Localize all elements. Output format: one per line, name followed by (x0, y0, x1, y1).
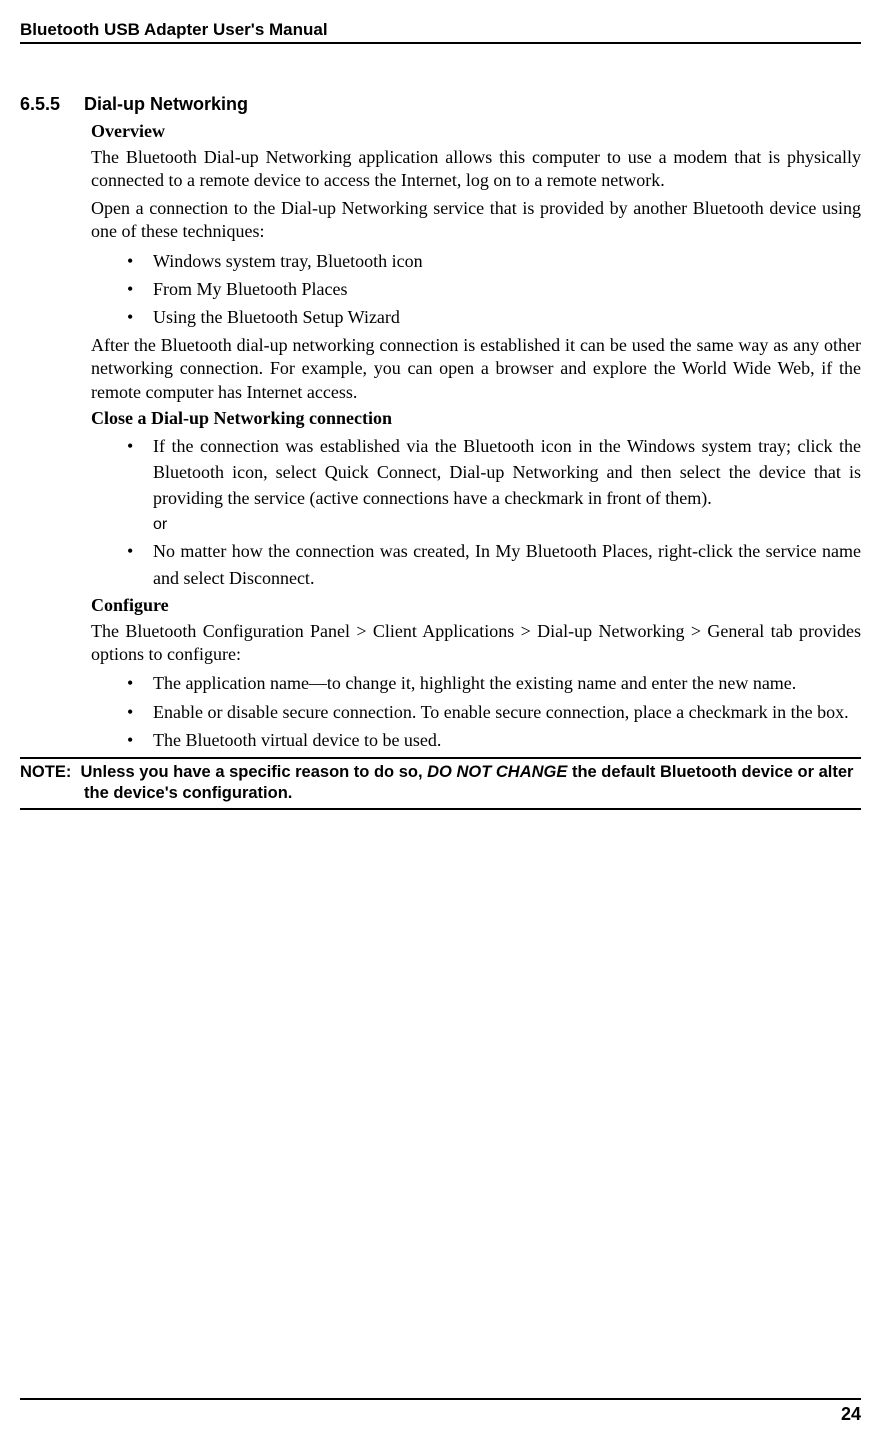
note-emphasis: DO NOT CHANGE (427, 763, 567, 781)
content-body: Overview The Bluetooth Dial-up Networkin… (91, 121, 861, 753)
configure-heading: Configure (91, 595, 861, 616)
list-item: The Bluetooth virtual device to be used. (127, 727, 861, 753)
list-item: If the connection was established via th… (127, 433, 861, 536)
section-heading: 6.5.5 Dial-up Networking (20, 94, 861, 115)
list-item: From My Bluetooth Places (127, 276, 861, 302)
section-number: 6.5.5 (20, 94, 60, 115)
list-item: No matter how the connection was created… (127, 538, 861, 590)
overview-p2: Open a connection to the Dial-up Network… (91, 197, 861, 244)
overview-p1: The Bluetooth Dial-up Networking applica… (91, 146, 861, 193)
overview-p3: After the Bluetooth dial-up networking c… (91, 334, 861, 404)
note-box: NOTE: Unless you have a specific reason … (20, 757, 861, 810)
overview-heading: Overview (91, 121, 861, 142)
document-header: Bluetooth USB Adapter User's Manual (20, 20, 861, 44)
list-item: Using the Bluetooth Setup Wizard (127, 304, 861, 330)
close-bullets: If the connection was established via th… (127, 433, 861, 591)
configure-p1: The Bluetooth Configuration Panel > Clie… (91, 620, 861, 667)
page-number: 24 (841, 1404, 861, 1424)
page-footer: 24 (20, 1398, 861, 1425)
note-label: NOTE: (20, 763, 71, 781)
section-title: Dial-up Networking (84, 94, 248, 114)
close-b1-text: If the connection was established via th… (153, 436, 861, 508)
list-item: Windows system tray, Bluetooth icon (127, 248, 861, 274)
close-heading: Close a Dial-up Networking connection (91, 408, 861, 429)
overview-bullets: Windows system tray, Bluetooth icon From… (127, 248, 861, 330)
page-container: Bluetooth USB Adapter User's Manual 6.5.… (0, 0, 881, 1445)
note-before: Unless you have a specific reason to do … (81, 763, 428, 781)
configure-bullets: The application name—to change it, highl… (127, 670, 861, 752)
list-item: Enable or disable secure connection. To … (127, 699, 861, 725)
list-item: The application name—to change it, highl… (127, 670, 861, 696)
note-text: NOTE: Unless you have a specific reason … (20, 762, 861, 805)
or-text: or (153, 513, 861, 536)
